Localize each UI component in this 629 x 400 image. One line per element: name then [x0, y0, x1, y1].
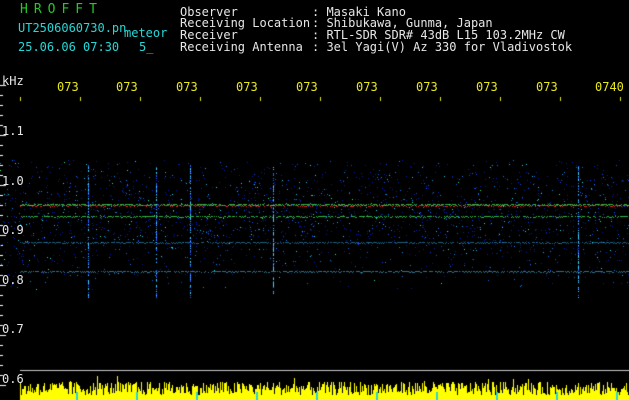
x-tick-label: 073 — [57, 80, 79, 94]
spectrogram-canvas — [0, 0, 629, 400]
y-tick-label: 0.6 — [2, 372, 24, 386]
mode-label: meteor — [124, 26, 168, 40]
antenna-label: Receiving Antenna — [180, 40, 303, 54]
y-tick-label: 0.8 — [2, 273, 24, 287]
y-tick-label: 1.0 — [2, 174, 24, 188]
echo-count: 5_ — [139, 40, 154, 54]
y-axis-unit: kHz — [2, 74, 24, 88]
date-time: 25.06.06 07:30 — [18, 40, 120, 54]
x-tick-label: 073 — [356, 80, 378, 94]
y-tick-label: 1.1 — [2, 124, 24, 138]
x-tick-label: 073 — [236, 80, 258, 94]
hrofft-window: HROFFT UT2506060730.pn meteor 25.06.06 0… — [0, 0, 629, 400]
file-name: UT2506060730.pn — [18, 21, 127, 35]
x-tick-label: 073 — [476, 80, 498, 94]
x-tick-label: 073 — [116, 80, 138, 94]
x-tick-label: 073 — [416, 80, 438, 94]
x-tick-label: 073 — [176, 80, 198, 94]
x-tick-label: 073 — [536, 80, 558, 94]
app-title: HROFFT — [20, 2, 103, 17]
y-tick-label: 0.9 — [2, 223, 24, 237]
x-tick-label: 073 — [296, 80, 318, 94]
antenna-value: : 3el Yagi(V) Az 330 for Vladivostok — [312, 40, 573, 54]
x-tick-label: 0740 — [595, 80, 624, 94]
y-tick-label: 0.7 — [2, 322, 24, 336]
